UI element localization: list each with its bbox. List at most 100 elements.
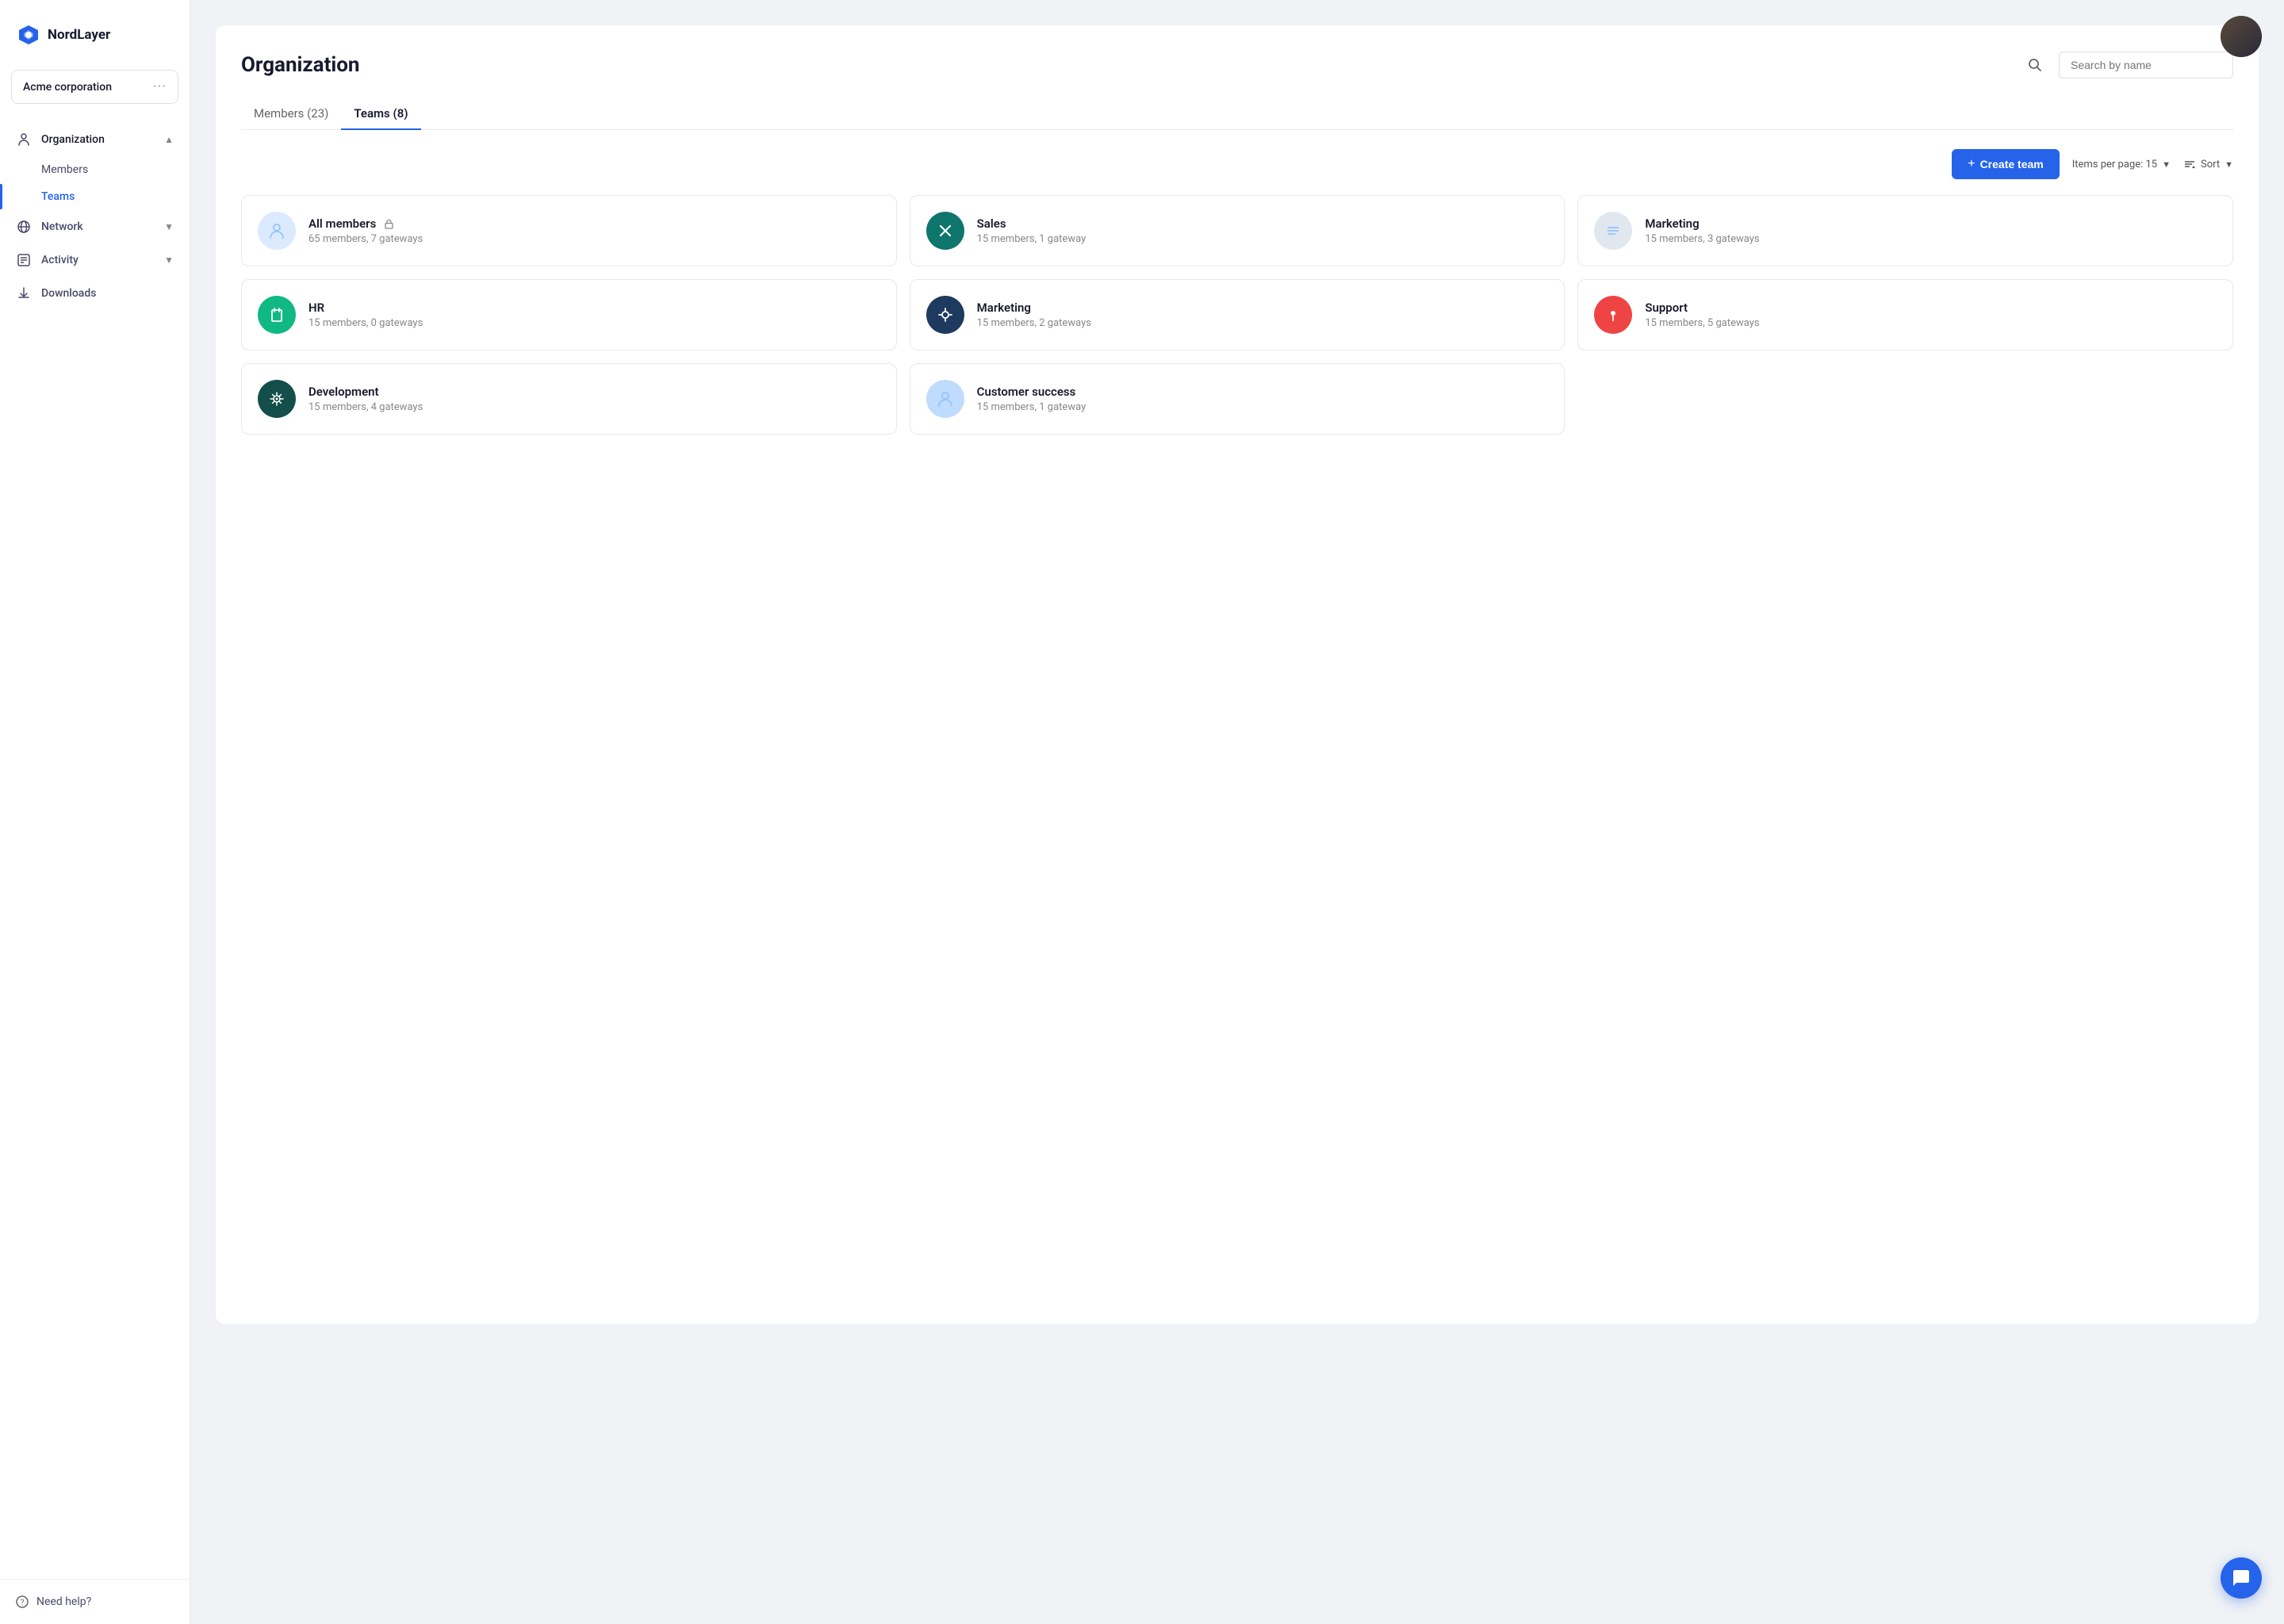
items-per-page-selector[interactable]: Items per page: 15 ▼: [2072, 159, 2171, 170]
team-name-hr: HR: [308, 301, 423, 315]
tab-teams-label: Teams (8): [354, 106, 408, 121]
team-card-support[interactable]: Support 15 members, 5 gateways: [1577, 279, 2233, 350]
sidebar: NordLayer Acme corporation ··· Organizat…: [0, 0, 190, 1624]
sidebar-item-teams[interactable]: Teams: [0, 183, 190, 210]
header-right: [2021, 51, 2233, 79]
team-icon-marketing2: [926, 296, 964, 334]
team-meta-sales: 15 members, 1 gateway: [977, 233, 1086, 245]
tabs: Members (23) Teams (8): [241, 98, 2233, 130]
team-info-all-members: All members 65 members, 7 gateways: [308, 216, 423, 245]
tab-teams[interactable]: Teams (8): [341, 98, 420, 130]
svg-text:?: ?: [21, 1599, 25, 1607]
chat-icon: [2232, 1568, 2251, 1588]
team-card-hr[interactable]: HR 15 members, 0 gateways: [241, 279, 897, 350]
team-info-sales: Sales 15 members, 1 gateway: [977, 216, 1086, 245]
lock-icon: [384, 219, 394, 229]
team-card-customer-success[interactable]: Customer success 15 members, 1 gateway: [910, 363, 1565, 435]
sidebar-item-activity[interactable]: Activity ▼: [0, 243, 190, 277]
team-icon-hr: [258, 296, 296, 334]
main-content: Organization Members (23) Teams (8): [190, 0, 2284, 1624]
members-label: Members: [41, 163, 88, 176]
team-name-sales: Sales: [977, 216, 1086, 231]
downloads-icon: [16, 285, 32, 301]
network-label: Network: [41, 220, 164, 233]
team-meta-all-members: 65 members, 7 gateways: [308, 233, 423, 245]
team-icon-all-members: [258, 212, 296, 250]
logo-text: NordLayer: [48, 27, 110, 43]
items-per-page-label: Items per page: 15: [2072, 159, 2157, 170]
team-card-sales[interactable]: Sales 15 members, 1 gateway: [910, 195, 1565, 266]
activity-label: Activity: [41, 254, 164, 266]
tab-members[interactable]: Members (23): [241, 98, 341, 130]
help-icon: ?: [16, 1595, 29, 1608]
team-info-support: Support 15 members, 5 gateways: [1645, 301, 1759, 329]
create-team-label: Create team: [1980, 158, 2044, 170]
team-card-development[interactable]: Development 15 members, 4 gateways: [241, 363, 897, 435]
sidebar-item-organization[interactable]: Organization ▲: [0, 123, 190, 156]
team-info-marketing1: Marketing 15 members, 3 gateways: [1645, 216, 1759, 245]
activity-chevron: ▼: [164, 255, 174, 266]
org-chevron: ▲: [164, 134, 174, 145]
items-per-page-chevron: ▼: [2162, 159, 2171, 170]
sort-icon: [2183, 158, 2196, 170]
help-label: Need help?: [36, 1595, 91, 1608]
logo[interactable]: NordLayer: [0, 0, 190, 63]
sidebar-footer: ? Need help?: [0, 1579, 190, 1624]
teams-grid: All members 65 members, 7 gateways Sales…: [241, 195, 2233, 435]
team-icon-development: [258, 380, 296, 418]
team-name-development: Development: [308, 385, 423, 399]
page-title: Organization: [241, 53, 360, 77]
team-meta-marketing1: 15 members, 3 gateways: [1645, 233, 1759, 245]
org-selector[interactable]: Acme corporation ···: [11, 70, 178, 104]
avatar-image: [2221, 16, 2262, 57]
create-team-plus-icon: +: [1968, 157, 1975, 171]
team-info-hr: HR 15 members, 0 gateways: [308, 301, 423, 329]
sidebar-item-downloads[interactable]: Downloads: [0, 277, 190, 310]
user-avatar[interactable]: [2221, 16, 2262, 57]
team-meta-marketing2: 15 members, 2 gateways: [977, 317, 1091, 329]
search-input[interactable]: [2059, 52, 2233, 79]
sidebar-item-network[interactable]: Network ▼: [0, 210, 190, 243]
help-link[interactable]: ? Need help?: [16, 1595, 174, 1608]
search-icon: [2027, 57, 2043, 73]
sort-button[interactable]: Sort ▼: [2183, 158, 2233, 170]
sidebar-nav: Organization ▲ Members Teams Network ▼: [0, 117, 190, 1579]
tab-members-label: Members (23): [254, 106, 328, 121]
org-icon: [16, 132, 32, 147]
team-name-marketing2: Marketing: [977, 301, 1091, 315]
team-name-marketing1: Marketing: [1645, 216, 1759, 231]
search-icon-button[interactable]: [2021, 51, 2049, 79]
team-meta-customer-success: 15 members, 1 gateway: [977, 401, 1086, 413]
create-team-button[interactable]: + Create team: [1952, 149, 2060, 179]
team-card-marketing2[interactable]: Marketing 15 members, 2 gateways: [910, 279, 1565, 350]
more-options-icon: ···: [153, 79, 167, 95]
network-chevron: ▼: [164, 221, 174, 232]
team-icon-customer-success: [926, 380, 964, 418]
team-meta-development: 15 members, 4 gateways: [308, 401, 423, 413]
network-icon: [16, 219, 32, 235]
team-info-customer-success: Customer success 15 members, 1 gateway: [977, 385, 1086, 413]
team-card-marketing1[interactable]: Marketing 15 members, 3 gateways: [1577, 195, 2233, 266]
team-name-customer-success: Customer success: [977, 385, 1086, 399]
sort-label: Sort: [2201, 159, 2220, 170]
team-card-all-members[interactable]: All members 65 members, 7 gateways: [241, 195, 897, 266]
team-name-all-members: All members: [308, 216, 423, 231]
sidebar-item-members[interactable]: Members: [0, 156, 190, 183]
chat-button[interactable]: [2221, 1557, 2262, 1599]
downloads-label: Downloads: [41, 287, 174, 300]
team-meta-support: 15 members, 5 gateways: [1645, 317, 1759, 329]
team-name-support: Support: [1645, 301, 1759, 315]
team-icon-marketing1: [1594, 212, 1632, 250]
teams-label: Teams: [41, 190, 75, 203]
page-header: Organization: [241, 51, 2233, 79]
team-meta-hr: 15 members, 0 gateways: [308, 317, 423, 329]
nordlayer-logo-icon: [16, 22, 41, 48]
team-info-development: Development 15 members, 4 gateways: [308, 385, 423, 413]
activity-icon: [16, 252, 32, 268]
teams-toolbar: + Create team Items per page: 15 ▼ Sort …: [241, 149, 2233, 179]
team-icon-sales: [926, 212, 964, 250]
org-name: Acme corporation: [23, 81, 112, 94]
team-icon-support: [1594, 296, 1632, 334]
top-bar: [2221, 16, 2262, 57]
sort-chevron: ▼: [2225, 159, 2233, 170]
